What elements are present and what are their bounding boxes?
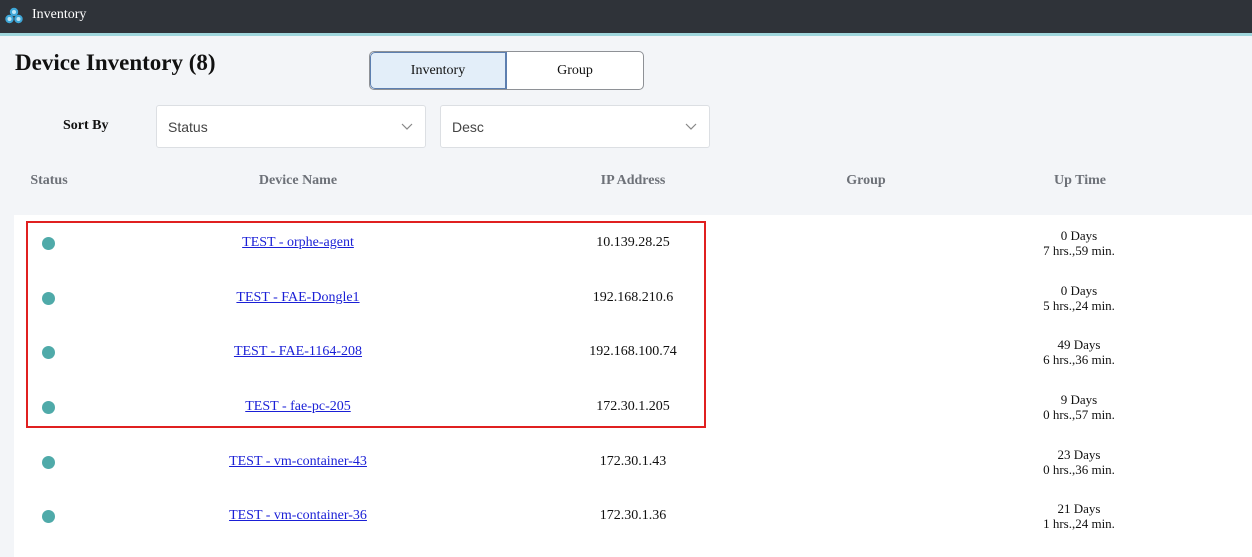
uptime-time: 0 hrs.,57 min. — [1043, 407, 1115, 422]
uptime-days: 21 Days — [1057, 501, 1101, 516]
table-row: TEST - vm-container-43 172.30.1.43 23 Da… — [14, 435, 1252, 489]
ip-address: 192.168.100.74 — [589, 344, 677, 359]
uptime-time: 5 hrs.,24 min. — [1043, 298, 1115, 313]
ip-address: 172.30.1.43 — [599, 454, 667, 469]
table-row: TEST - orphe-agent 10.139.28.25 0 Days 7… — [14, 216, 1252, 270]
chevron-down-icon — [685, 123, 697, 130]
uptime: 49 Days 6 hrs.,36 min. — [999, 337, 1159, 367]
ip-address: 172.30.1.205 — [596, 399, 670, 414]
device-link[interactable]: TEST - FAE-Dongle1 — [148, 290, 448, 306]
chevron-down-icon — [401, 123, 413, 130]
ip-address: 172.30.1.36 — [599, 508, 667, 523]
sort-by-label: Sort By — [63, 118, 109, 133]
app-logo-icon — [5, 7, 23, 24]
column-header-up-time[interactable]: Up Time — [1000, 173, 1160, 189]
uptime: 0 Days 7 hrs.,59 min. — [999, 228, 1159, 258]
table-row: TEST - vm-container-36 172.30.1.36 21 Da… — [14, 489, 1252, 543]
device-link[interactable]: TEST - FAE-1164-208 — [148, 344, 448, 360]
device-table: TEST - orphe-agent 10.139.28.25 0 Days 7… — [14, 215, 1252, 557]
table-row: TEST - fae-pc-205 172.30.1.205 9 Days 0 … — [14, 380, 1252, 434]
status-online-dot — [42, 346, 55, 359]
table-row: TEST - FAE-1164-208 192.168.100.74 49 Da… — [14, 325, 1252, 379]
sort-order-value: Desc — [452, 118, 484, 135]
uptime-days: 49 Days — [1057, 337, 1101, 352]
tab-inventory[interactable]: Inventory — [370, 52, 507, 89]
device-link[interactable]: TEST - fae-pc-205 — [148, 399, 448, 415]
uptime-time: 6 hrs.,36 min. — [1043, 352, 1115, 367]
uptime: 23 Days 0 hrs.,36 min. — [999, 447, 1159, 477]
column-header-status[interactable]: Status — [14, 173, 84, 189]
sort-field-select[interactable]: Status — [156, 105, 426, 148]
status-online-dot — [42, 237, 55, 250]
sort-field-value: Status — [168, 118, 208, 135]
uptime: 0 Days 5 hrs.,24 min. — [999, 283, 1159, 313]
uptime-days: 0 Days — [1060, 228, 1098, 243]
device-link[interactable]: TEST - orphe-agent — [148, 235, 448, 251]
app-title: Inventory — [32, 7, 87, 22]
column-header-ip-address[interactable]: IP Address — [533, 173, 733, 189]
uptime-time: 0 hrs.,36 min. — [1043, 462, 1115, 477]
ip-address: 192.168.210.6 — [592, 290, 674, 305]
status-online-dot — [42, 401, 55, 414]
page-title: Device Inventory (8) — [15, 50, 216, 75]
view-tabs: Inventory Group — [369, 51, 644, 90]
column-header-device-name[interactable]: Device Name — [148, 173, 448, 189]
column-header-group[interactable]: Group — [816, 173, 916, 189]
top-bar: Inventory — [0, 0, 1252, 36]
uptime-days: 9 Days — [1060, 392, 1098, 407]
uptime-time: 1 hrs.,24 min. — [1043, 516, 1115, 531]
uptime-time: 7 hrs.,59 min. — [1043, 243, 1115, 258]
status-online-dot — [42, 510, 55, 523]
tab-group[interactable]: Group — [507, 52, 643, 89]
status-online-dot — [42, 456, 55, 469]
uptime: 21 Days 1 hrs.,24 min. — [999, 501, 1159, 531]
uptime-days: 23 Days — [1057, 447, 1101, 462]
device-link[interactable]: TEST - vm-container-43 — [148, 454, 448, 470]
uptime-days: 0 Days — [1060, 283, 1098, 298]
uptime: 9 Days 0 hrs.,57 min. — [999, 392, 1159, 422]
status-online-dot — [42, 292, 55, 305]
sort-order-select[interactable]: Desc — [440, 105, 710, 148]
ip-address: 10.139.28.25 — [596, 235, 670, 250]
device-link[interactable]: TEST - vm-container-36 — [148, 508, 448, 524]
table-row: TEST - FAE-Dongle1 192.168.210.6 0 Days … — [14, 271, 1252, 325]
